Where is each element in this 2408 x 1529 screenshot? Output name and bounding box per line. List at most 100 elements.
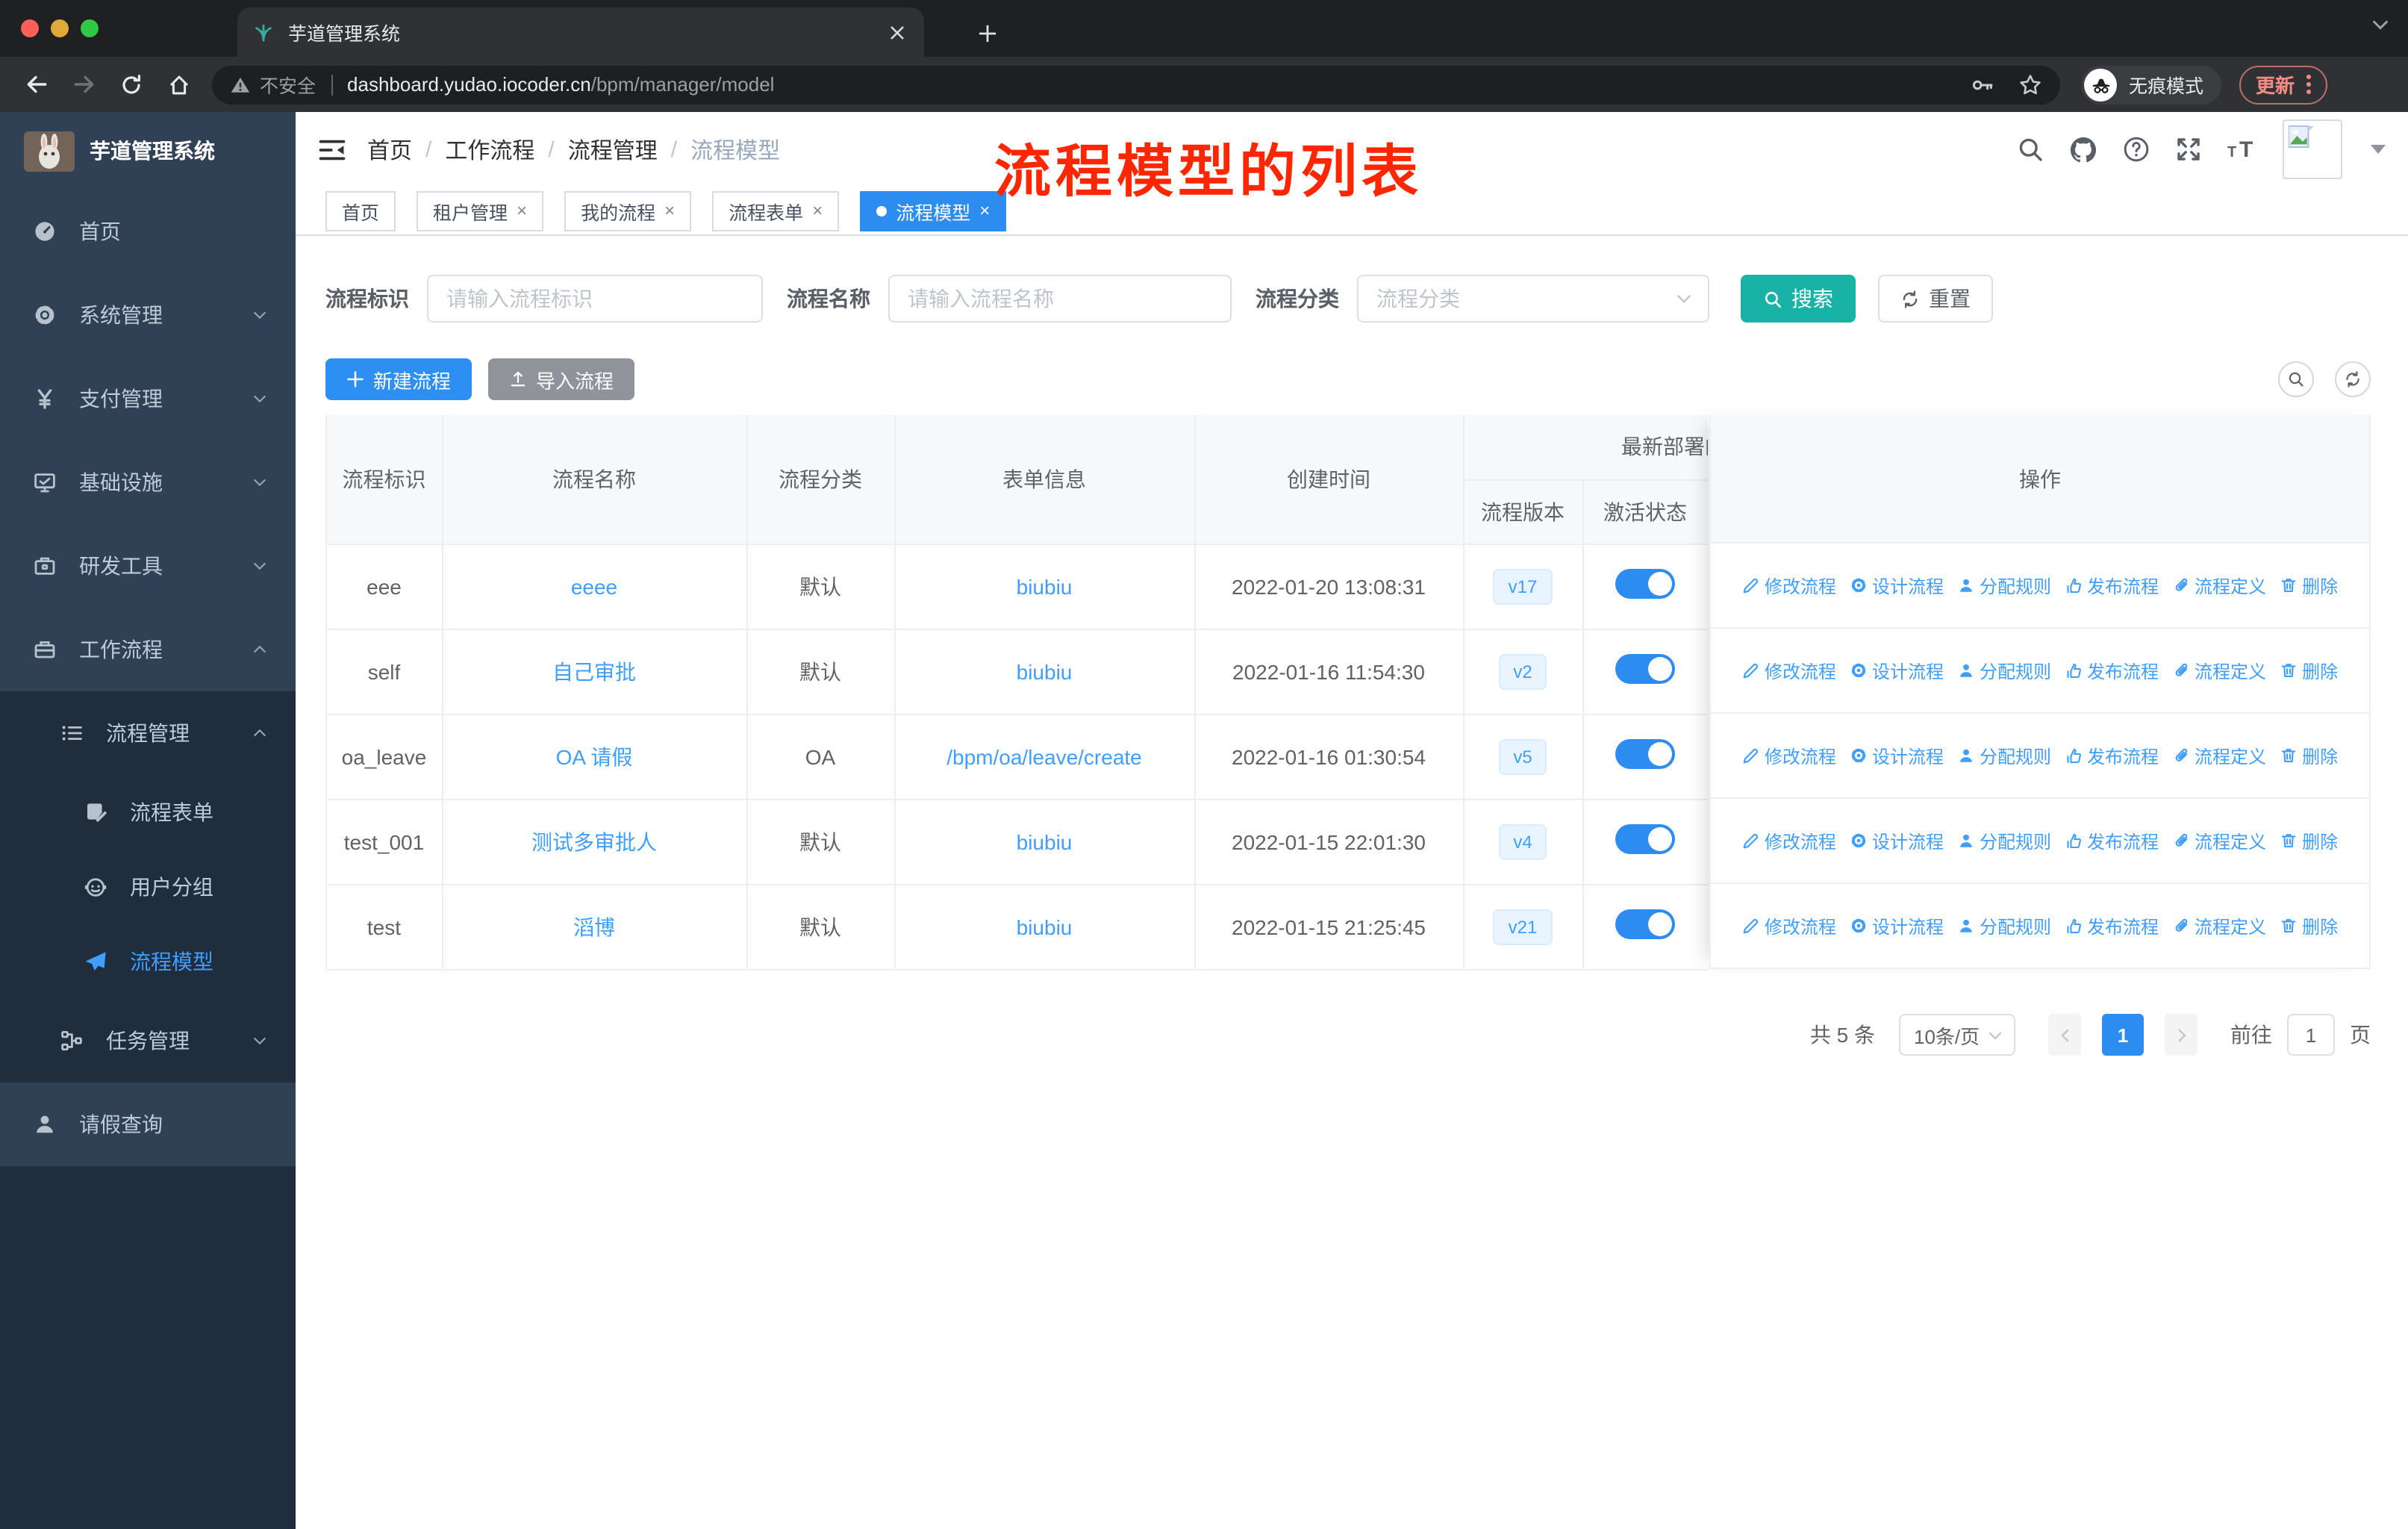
action-edit-link[interactable]: 修改流程 — [1742, 913, 1836, 938]
filter-process-key-input[interactable] — [427, 275, 763, 323]
active-toggle[interactable] — [1615, 909, 1675, 939]
filter-process-name-input[interactable] — [888, 275, 1232, 323]
action-definition-link[interactable]: 流程定义 — [2172, 913, 2266, 938]
font-size-icon[interactable]: TT — [2227, 136, 2257, 163]
sidebar-item-leave-query[interactable]: 请假查询 — [0, 1083, 296, 1166]
browser-menu-icon[interactable] — [2306, 75, 2312, 94]
goto-page-input[interactable] — [2287, 1014, 2335, 1056]
help-icon[interactable] — [2123, 136, 2150, 163]
action-delete-link[interactable]: 删除 — [2280, 743, 2338, 768]
action-delete-link[interactable]: 删除 — [2280, 573, 2338, 598]
action-design-link[interactable]: 设计流程 — [1850, 913, 1944, 938]
back-icon[interactable] — [16, 65, 55, 104]
cell-form-info-link[interactable]: biubiu — [1017, 574, 1073, 598]
import-process-button[interactable]: 导入流程 — [488, 358, 635, 400]
tag-close-icon[interactable]: × — [979, 200, 990, 221]
tag-close-icon[interactable]: × — [664, 200, 675, 221]
action-design-link[interactable]: 设计流程 — [1850, 828, 1944, 853]
tag-close-icon[interactable]: × — [812, 200, 823, 221]
create-process-button[interactable]: 新建流程 — [325, 358, 472, 400]
breadcrumb-item-2[interactable]: 流程管理 — [568, 134, 658, 165]
cell-process-name-link[interactable]: OA 请假 — [556, 744, 633, 768]
browser-tab[interactable]: 芋道管理系统 — [237, 7, 924, 57]
cell-form-info-link[interactable]: biubiu — [1017, 915, 1073, 938]
action-publish-link[interactable]: 发布流程 — [2065, 658, 2159, 683]
action-assign-user-link[interactable]: 分配规则 — [1957, 743, 2051, 768]
update-button[interactable]: 更新 — [2239, 65, 2328, 104]
avatar[interactable] — [2283, 119, 2342, 179]
sidebar-item-infrastructure[interactable]: 基础设施 — [0, 440, 296, 524]
tag-4[interactable]: 流程模型 × — [860, 190, 1007, 231]
zoom-window-button[interactable] — [81, 19, 99, 37]
current-page-button[interactable]: 1 — [2102, 1014, 2144, 1056]
minimize-window-button[interactable] — [51, 19, 69, 37]
home-icon[interactable] — [160, 65, 199, 104]
reload-icon[interactable] — [112, 65, 151, 104]
app-logo[interactable]: 芋道管理系统 — [0, 112, 296, 190]
filter-category-select[interactable]: 流程分类 — [1357, 275, 1709, 323]
search-button[interactable]: 搜索 — [1741, 275, 1856, 323]
security-warning-icon[interactable] — [230, 74, 251, 95]
sidebar-item-system[interactable]: 系统管理 — [0, 273, 296, 357]
search-icon[interactable] — [2017, 136, 2044, 163]
tag-close-icon[interactable]: × — [517, 200, 527, 221]
action-definition-link[interactable]: 流程定义 — [2172, 573, 2266, 598]
bookmark-star-icon[interactable] — [2018, 72, 2042, 96]
sidebar-item-process-form[interactable]: 流程表单 — [0, 775, 296, 850]
sidebar-collapse-icon[interactable] — [318, 135, 346, 164]
sidebar-item-home[interactable]: 首页 — [0, 190, 296, 273]
action-publish-link[interactable]: 发布流程 — [2065, 828, 2159, 853]
tag-2[interactable]: 我的流程 × — [564, 190, 692, 231]
action-edit-link[interactable]: 修改流程 — [1742, 743, 1836, 768]
action-edit-link[interactable]: 修改流程 — [1742, 573, 1836, 598]
reset-button[interactable]: 重置 — [1878, 275, 1993, 323]
toggle-search-button[interactable] — [2278, 361, 2314, 397]
cell-form-info-link[interactable]: /bpm/oa/leave/create — [946, 744, 1142, 768]
new-tab-button[interactable] — [967, 13, 1006, 52]
breadcrumb-item-0[interactable]: 首页 — [367, 134, 412, 165]
action-definition-link[interactable]: 流程定义 — [2172, 743, 2266, 768]
refresh-table-button[interactable] — [2335, 361, 2371, 397]
cell-form-info-link[interactable]: biubiu — [1017, 829, 1073, 853]
action-design-link[interactable]: 设计流程 — [1850, 658, 1944, 683]
sidebar-item-workflow[interactable]: 工作流程 — [0, 608, 296, 691]
page-size-select[interactable]: 10条/页 — [1899, 1014, 2015, 1056]
sidebar-item-user-group[interactable]: 用户分组 — [0, 850, 296, 924]
action-edit-link[interactable]: 修改流程 — [1742, 828, 1836, 853]
fullscreen-icon[interactable] — [2175, 136, 2202, 163]
active-toggle[interactable] — [1615, 739, 1675, 769]
action-assign-user-link[interactable]: 分配规则 — [1957, 828, 2051, 853]
action-assign-user-link[interactable]: 分配规则 — [1957, 913, 2051, 938]
sidebar-item-dev-tools[interactable]: 研发工具 — [0, 524, 296, 608]
key-icon[interactable] — [1971, 72, 1994, 96]
action-definition-link[interactable]: 流程定义 — [2172, 828, 2266, 853]
action-delete-link[interactable]: 删除 — [2280, 658, 2338, 683]
active-toggle[interactable] — [1615, 569, 1675, 599]
cell-process-name-link[interactable]: 自己审批 — [552, 659, 636, 683]
active-toggle[interactable] — [1615, 654, 1675, 684]
tag-0[interactable]: 首页 — [325, 190, 396, 231]
action-definition-link[interactable]: 流程定义 — [2172, 658, 2266, 683]
action-edit-link[interactable]: 修改流程 — [1742, 658, 1836, 683]
tab-close-icon[interactable] — [885, 20, 909, 44]
action-delete-link[interactable]: 删除 — [2280, 913, 2338, 938]
cell-process-name-link[interactable]: 测试多审批人 — [531, 829, 657, 853]
sidebar-item-process-model[interactable]: 流程模型 — [0, 924, 296, 999]
tab-search-chevron-icon[interactable] — [2371, 15, 2390, 34]
next-page-button[interactable] — [2165, 1014, 2198, 1056]
active-toggle[interactable] — [1615, 824, 1675, 854]
forward-icon[interactable] — [64, 65, 103, 104]
action-design-link[interactable]: 设计流程 — [1850, 743, 1944, 768]
breadcrumb-item-1[interactable]: 工作流程 — [445, 134, 534, 165]
action-publish-link[interactable]: 发布流程 — [2065, 743, 2159, 768]
cell-form-info-link[interactable]: biubiu — [1017, 659, 1073, 683]
cell-process-name-link[interactable]: eeee — [571, 574, 617, 598]
github-icon[interactable] — [2069, 135, 2097, 164]
prev-page-button[interactable] — [2048, 1014, 2081, 1056]
avatar-dropdown-caret-icon[interactable] — [2371, 145, 2386, 154]
action-design-link[interactable]: 设计流程 — [1850, 573, 1944, 598]
cell-process-name-link[interactable]: 滔博 — [573, 915, 615, 938]
sidebar-item-payment[interactable]: 支付管理 — [0, 357, 296, 440]
action-assign-user-link[interactable]: 分配规则 — [1957, 658, 2051, 683]
action-publish-link[interactable]: 发布流程 — [2065, 913, 2159, 938]
